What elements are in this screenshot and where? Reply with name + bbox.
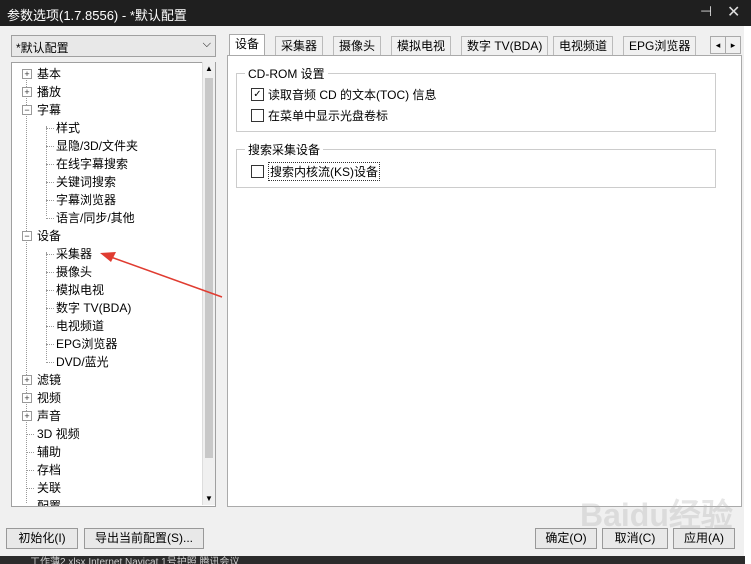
taskbar-text: 工作薄2.xlsx Internet Navicat 1号护照 腾讯会议 [30,557,240,564]
annotation-arrow [100,252,223,298]
init-button[interactable]: 初始化(I) [6,528,78,549]
export-config-button[interactable]: 导出当前配置(S)... [84,528,204,549]
taskbar: 工作薄2.xlsx Internet Navicat 1号护照 腾讯会议 [0,556,745,564]
watermark: Baidu经验 [580,497,733,533]
